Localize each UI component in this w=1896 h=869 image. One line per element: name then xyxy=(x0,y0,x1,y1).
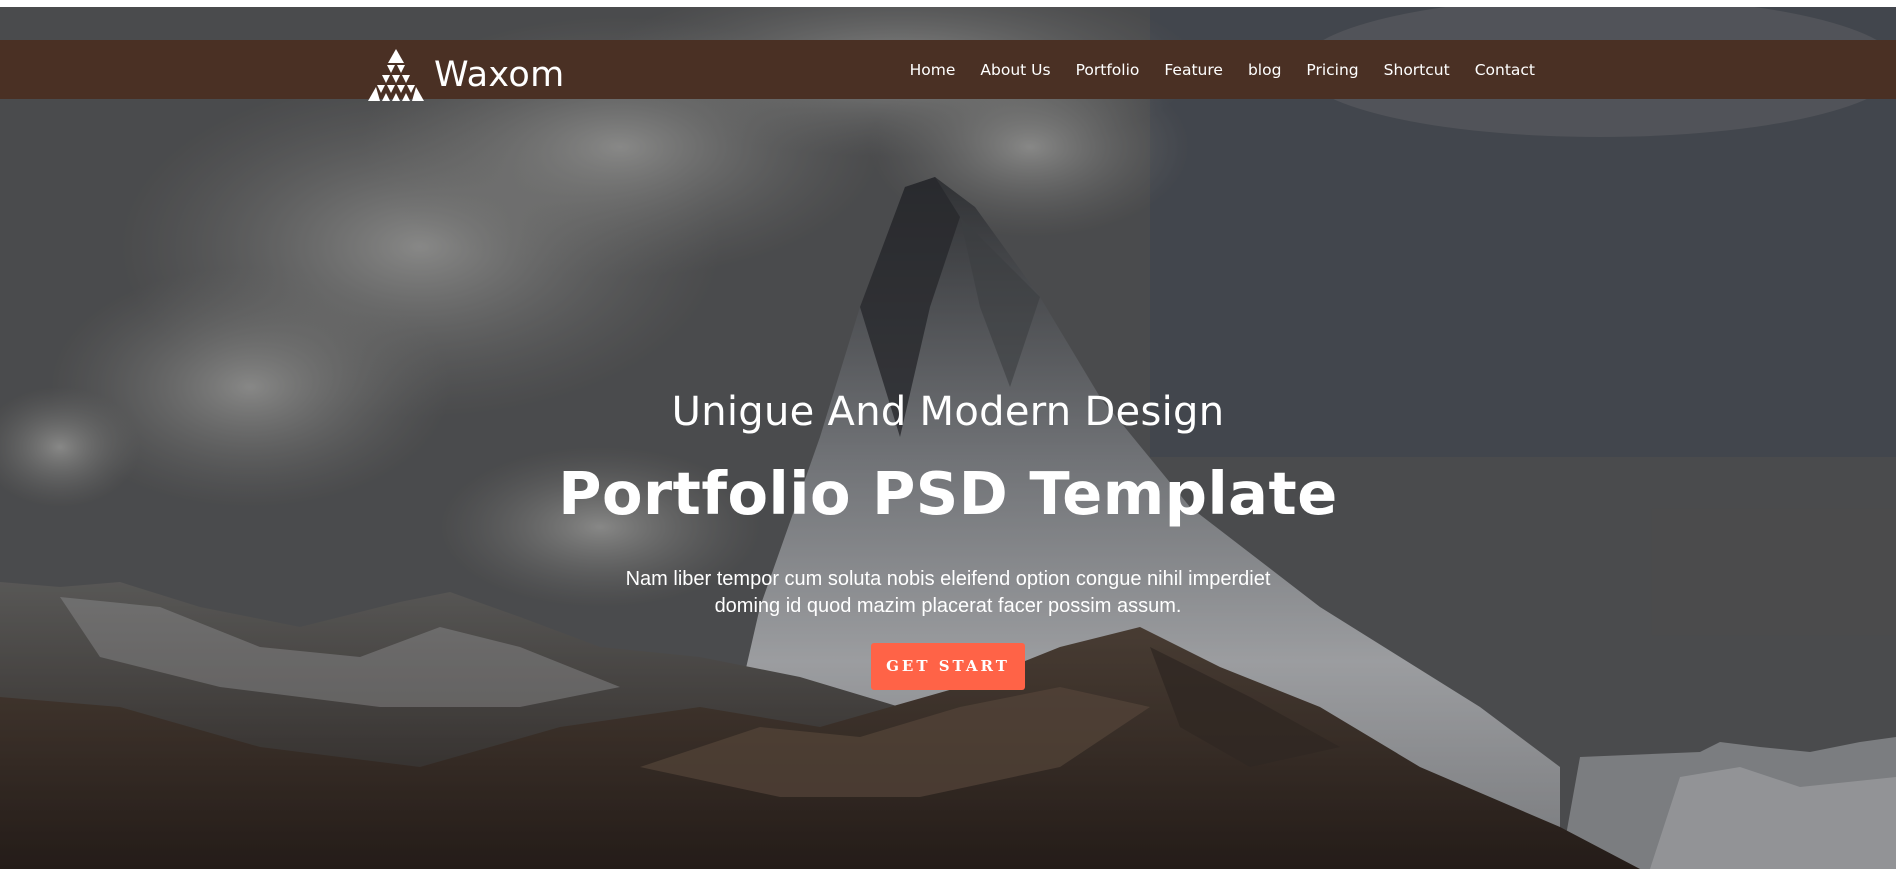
hero-description: Nam liber tempor cum soluta nobis eleife… xyxy=(598,566,1298,620)
hero-title: Portfolio PSD Template xyxy=(558,459,1338,528)
nav-item-home[interactable]: Home xyxy=(910,61,956,79)
main-nav: Home About Us Portfolio Feature blog Pri… xyxy=(910,40,1535,99)
get-start-button[interactable]: GET START xyxy=(871,643,1025,690)
nav-item-pricing[interactable]: Pricing xyxy=(1306,61,1358,79)
brand-logo[interactable]: Waxom xyxy=(364,47,564,103)
nav-item-about-us[interactable]: About Us xyxy=(980,61,1050,79)
hero-content: Unigue And Modern Design Portfolio PSD T… xyxy=(0,388,1896,690)
nav-item-contact[interactable]: Contact xyxy=(1475,61,1535,79)
nav-item-portfolio[interactable]: Portfolio xyxy=(1076,61,1140,79)
nav-item-shortcut[interactable]: Shortcut xyxy=(1384,61,1450,79)
brand-name: Waxom xyxy=(434,55,565,95)
hero-description-line-2: doming id quod mazim placerat facer poss… xyxy=(714,595,1182,617)
navbar: Waxom Home About Us Portfolio Feature bl… xyxy=(0,40,1896,101)
nav-item-feature[interactable]: Feature xyxy=(1164,61,1223,79)
triangle-mosaic-logo-icon xyxy=(368,49,424,101)
hero-description-line-1: Nam liber tempor cum soluta nobis eleife… xyxy=(625,568,1271,590)
nav-item-blog[interactable]: blog xyxy=(1248,61,1281,79)
hero-subtitle: Unigue And Modern Design xyxy=(671,389,1225,435)
